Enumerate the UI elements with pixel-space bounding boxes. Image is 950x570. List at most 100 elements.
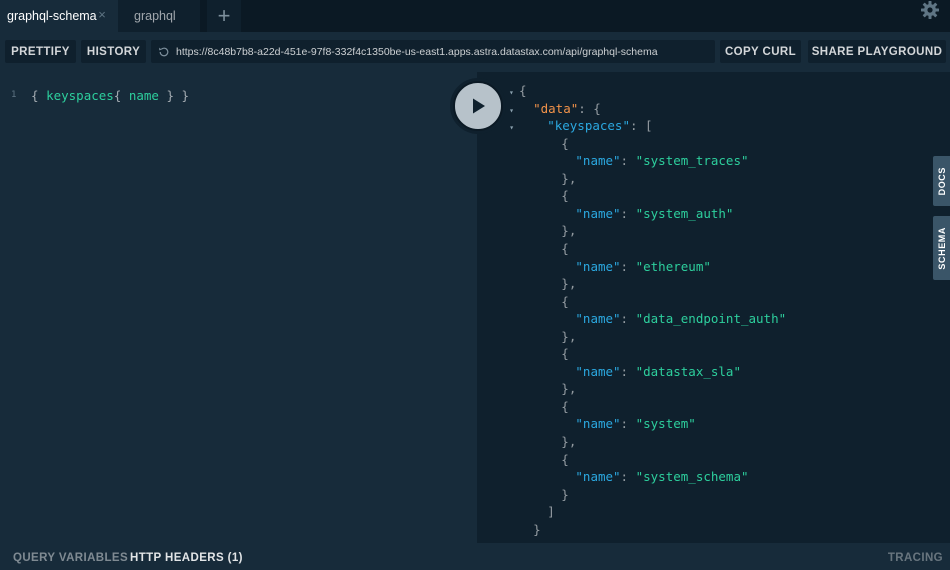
json-line: } xyxy=(533,521,541,539)
triangle-down-icon[interactable]: ▾ xyxy=(509,102,514,120)
keyspace-name-value: "system_schema" xyxy=(635,469,749,485)
keyspace-name-value: "ethereum" xyxy=(635,258,711,274)
tab-label: graphql-schema xyxy=(7,9,97,23)
json-line: }, xyxy=(561,222,576,240)
json-line: }, xyxy=(561,380,576,398)
json-line: { xyxy=(561,398,569,416)
json-punctuation: { xyxy=(561,398,569,414)
json-line: }, xyxy=(561,433,576,451)
json-key: "name" xyxy=(575,469,621,485)
json-line: "name": "system" xyxy=(575,415,695,433)
tab-bar: graphql-schema × graphql + xyxy=(0,0,950,32)
json-key: "name" xyxy=(575,258,621,274)
json-punctuation: { xyxy=(561,451,569,467)
triangle-down-icon[interactable]: ▾ xyxy=(509,119,514,137)
json-punctuation: { xyxy=(561,135,569,151)
brace: { xyxy=(31,88,47,103)
json-key: "name" xyxy=(575,311,621,327)
query-field: keyspaces xyxy=(46,88,114,103)
result-viewer: { ▾ "data": { ▾ "keyspaces": [ ▾ { "name": "sys… xyxy=(477,72,950,543)
json-line: ] xyxy=(547,503,555,521)
keyspace-name-value: "system" xyxy=(635,416,696,432)
tab-label: graphql xyxy=(134,9,176,23)
json-key: "name" xyxy=(575,416,621,432)
json-punctuation: : xyxy=(620,363,636,379)
query-line[interactable]: { keyspaces{ name } } xyxy=(31,88,189,103)
schema-tab[interactable]: SCHEMA xyxy=(933,216,950,280)
json-punctuation: } xyxy=(533,521,541,537)
json-punctuation: }, xyxy=(561,170,577,186)
add-tab-button[interactable]: + xyxy=(207,0,241,32)
query-subfield: name xyxy=(128,88,159,103)
json-key: "keyspaces" xyxy=(547,118,630,134)
json-punctuation: { xyxy=(519,83,527,98)
tab-graphql[interactable]: graphql xyxy=(118,0,200,32)
json-line: } xyxy=(561,486,569,504)
json-punctuation: : xyxy=(620,416,636,432)
json-key: "name" xyxy=(575,363,621,379)
json-line: "name": "ethereum" xyxy=(575,258,710,276)
json-punctuation: : xyxy=(620,469,636,485)
keyspace-name-value: "system_auth" xyxy=(635,205,734,221)
json-line: }, xyxy=(561,328,576,346)
json-line: "name": "system_auth" xyxy=(575,205,733,223)
copy-curl-button[interactable]: COPY CURL xyxy=(720,40,801,63)
tab-graphql-schema[interactable]: graphql-schema × xyxy=(0,0,118,32)
line-number: 1 xyxy=(11,90,17,100)
endpoint-url[interactable]: https://8c48b7b8-a22d-451e-97f8-332f4c13… xyxy=(176,46,658,58)
json-line: "name": "system_schema" xyxy=(575,468,748,486)
json-punctuation: { xyxy=(561,346,569,362)
json-key: "name" xyxy=(575,153,621,169)
history-button[interactable]: HISTORY xyxy=(81,40,146,63)
reload-icon[interactable] xyxy=(154,40,174,63)
json-punctuation: : [ xyxy=(629,118,653,134)
json-line: }, xyxy=(561,275,576,293)
json-punctuation: }, xyxy=(561,328,577,344)
close-icon[interactable]: × xyxy=(96,8,108,21)
json-line: "data": { xyxy=(533,100,601,118)
json-line: { xyxy=(561,240,569,258)
json-line: }, xyxy=(561,170,576,188)
keyspace-name-value: "data_endpoint_auth" xyxy=(635,311,787,327)
http-headers-tab[interactable]: HTTP HEADERS (1) xyxy=(130,552,243,564)
json-line: { xyxy=(561,187,569,205)
json-punctuation: }, xyxy=(561,434,577,449)
keyspace-name-value: "datastax_sla" xyxy=(635,363,741,379)
json-punctuation: } xyxy=(561,486,569,502)
json-line: { xyxy=(561,135,569,153)
json-punctuation: : xyxy=(620,205,636,221)
plus-icon: + xyxy=(217,3,231,28)
json-punctuation: }, xyxy=(561,381,577,397)
json-punctuation: : xyxy=(620,311,636,327)
docs-tab[interactable]: DOCS xyxy=(933,156,950,206)
json-punctuation: { xyxy=(561,293,569,309)
toolbar: PRETTIFY HISTORY https://8c48b7b8-a22d-4… xyxy=(0,32,950,72)
json-punctuation: }, xyxy=(561,276,577,292)
json-punctuation: { xyxy=(561,240,569,256)
query-variables-tab[interactable]: QUERY VARIABLES xyxy=(13,552,128,564)
json-key: "name" xyxy=(575,205,621,221)
play-icon xyxy=(473,98,485,114)
keyspace-name-value: "system_traces" xyxy=(635,153,749,169)
gear-icon[interactable] xyxy=(920,0,940,20)
share-playground-button[interactable]: SHARE PLAYGROUND xyxy=(808,40,946,63)
json-line: { xyxy=(561,451,569,469)
bottom-panel-bar: QUERY VARIABLES HTTP HEADERS (1) TRACING xyxy=(0,543,950,570)
endpoint-url-bar[interactable]: https://8c48b7b8-a22d-451e-97f8-332f4c13… xyxy=(151,40,715,63)
json-line: "name": "datastax_sla" xyxy=(575,363,741,381)
triangle-down-icon[interactable]: ▾ xyxy=(509,84,514,102)
json-key: "data" xyxy=(533,100,579,116)
brace: } } xyxy=(158,88,190,103)
json-line: { xyxy=(561,345,569,363)
json-punctuation: : xyxy=(620,258,636,274)
json-line: "name": "data_endpoint_auth" xyxy=(575,310,786,328)
json-line: "name": "system_traces" xyxy=(575,152,748,170)
run-query-button[interactable] xyxy=(453,81,503,131)
tracing-tab[interactable]: TRACING xyxy=(888,552,943,564)
prettify-button[interactable]: PRETTIFY xyxy=(5,40,76,63)
json-punctuation: { xyxy=(561,188,569,204)
json-punctuation: : xyxy=(620,153,636,169)
query-editor[interactable]: 1 { keyspaces{ name } } xyxy=(0,72,477,543)
json-punctuation: }, xyxy=(561,223,577,239)
json-line: { xyxy=(561,293,569,311)
